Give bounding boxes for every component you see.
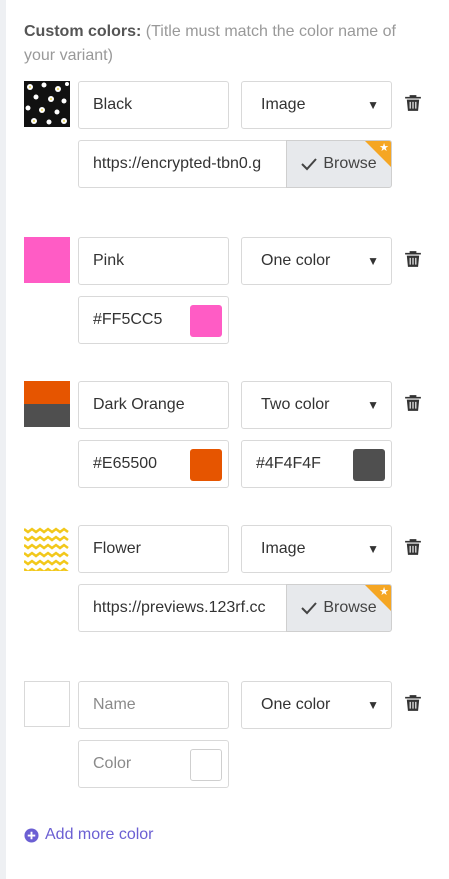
trash-icon[interactable] [404,394,422,412]
image-url-group: https://previews.123rf.cc Browse ★ [78,584,392,632]
trash-icon[interactable] [404,94,422,112]
color-picker-box[interactable] [353,449,385,481]
color-swatch-black [24,81,70,127]
color-type-select[interactable]: Two color ▼ [241,381,392,429]
color-type-select[interactable]: One color ▼ [241,681,392,729]
color-name-value: Pink [93,252,125,269]
color-name-input[interactable]: Pink [78,237,229,285]
caret-down-icon: ▼ [367,98,379,112]
color-name-input[interactable]: Name [78,681,229,729]
color-hex-input-2[interactable]: #4F4F4F [241,440,392,488]
color-name-placeholder: Name [93,696,136,713]
color-name-value: Dark Orange [93,396,185,413]
color-type-select[interactable]: Image ▼ [241,525,392,573]
color-name-value: Black [93,96,133,113]
chevron-pattern-icon [24,525,70,571]
caret-down-icon: ▼ [367,398,379,412]
plus-circle-icon [24,827,39,843]
color-type-value: One color [261,696,331,713]
color-type-value: One color [261,252,331,269]
image-url-value: https://previews.123rf.cc [93,599,266,616]
color-swatch-dark-orange [24,381,70,427]
color-picker-box[interactable] [190,449,222,481]
add-more-label: Add more color [45,826,154,843]
color-type-select[interactable]: Image ▼ [241,81,392,129]
color-picker-box[interactable] [190,305,222,337]
color-type-value: Image [261,96,306,113]
color-swatch-flower [24,525,70,571]
color-picker-box[interactable] [190,749,222,781]
image-url-input[interactable]: https://previews.123rf.cc [78,584,288,632]
panel-left-border [0,0,6,879]
color-hex-value: #FF5CC5 [93,311,163,328]
color-swatch-empty [24,681,70,727]
trash-icon[interactable] [404,694,422,712]
color-name-input[interactable]: Black [78,81,229,129]
color-hex-input[interactable]: #FF5CC5 [78,296,229,344]
daisy-pattern-icon [24,81,70,127]
image-url-group: https://encrypted-tbn0.g Browse ★ [78,140,392,188]
image-url-value: https://encrypted-tbn0.g [93,155,262,172]
color-hex-value: #4F4F4F [256,455,321,472]
browse-button[interactable]: Browse ★ [286,584,392,632]
color-type-select[interactable]: One color ▼ [241,237,392,285]
color-name-input[interactable]: Dark Orange [78,381,229,429]
color-hex-placeholder: Color [93,755,132,772]
caret-down-icon: ▼ [367,542,379,556]
color-type-value: Two color [261,396,330,413]
image-url-input[interactable]: https://encrypted-tbn0.g [78,140,288,188]
star-icon: ★ [379,586,389,598]
caret-down-icon: ▼ [367,698,379,712]
checkmark-icon [301,602,318,615]
color-swatch-pink [24,237,70,283]
color-hex-input[interactable]: Color [78,740,229,788]
caret-down-icon: ▼ [367,254,379,268]
star-icon: ★ [379,142,389,154]
section-title: Custom colors: [24,23,142,40]
color-hex-input-1[interactable]: #E65500 [78,440,229,488]
checkmark-icon [301,158,318,171]
color-hex-value: #E65500 [93,455,158,472]
color-name-value: Flower [93,540,142,557]
trash-icon[interactable] [404,538,422,556]
custom-colors-header: Custom colors: (Title must match the col… [24,20,424,68]
browse-button[interactable]: Browse ★ [286,140,392,188]
color-type-value: Image [261,540,306,557]
trash-icon[interactable] [404,250,422,268]
color-name-input[interactable]: Flower [78,525,229,573]
add-more-color-link[interactable]: Add more color [24,826,154,844]
